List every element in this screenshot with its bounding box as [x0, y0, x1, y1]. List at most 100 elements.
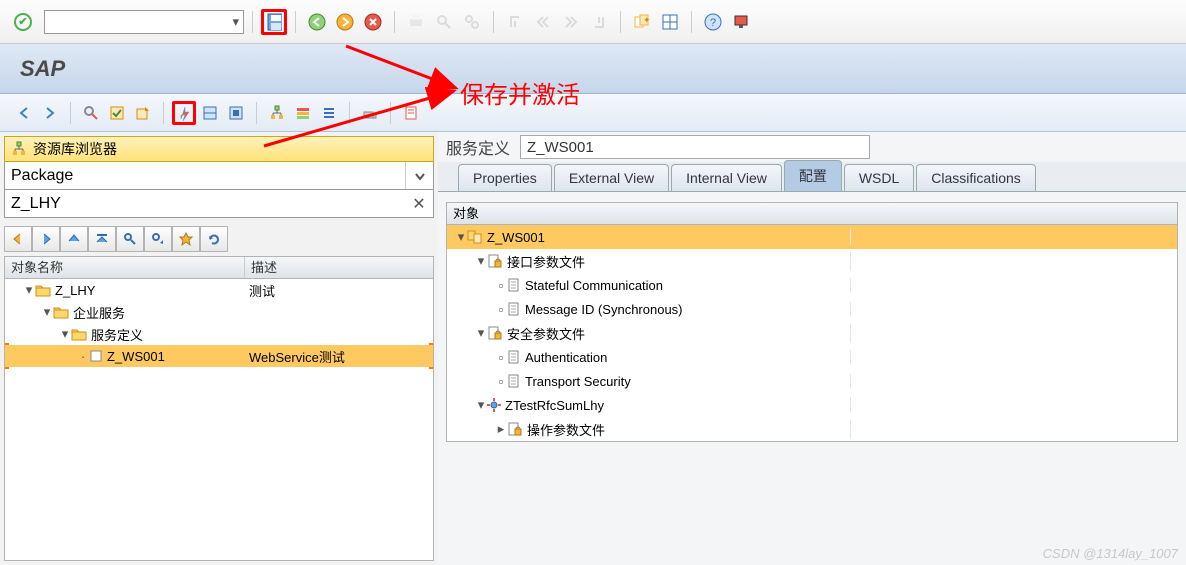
nav-top-icon[interactable]	[88, 226, 116, 252]
transport-icon[interactable]	[358, 101, 382, 125]
gear-icon	[487, 398, 501, 412]
cfg-row[interactable]: ▫Stateful Communication	[447, 273, 1177, 297]
separator	[256, 102, 257, 124]
new-session-button[interactable]: ✦	[629, 9, 655, 35]
check-icon[interactable]	[105, 101, 129, 125]
object-type-input[interactable]	[5, 162, 405, 189]
svg-text:✦: ✦	[643, 15, 651, 25]
next-page-button	[558, 9, 584, 35]
doc-icon	[507, 278, 521, 292]
nav-forward-icon[interactable]	[38, 101, 62, 125]
refresh-icon[interactable]	[200, 226, 228, 252]
watermark: CSDN @1314lay_1007	[1043, 546, 1178, 561]
find-next-button	[459, 9, 485, 35]
separator	[70, 102, 71, 124]
save-button[interactable]	[261, 9, 287, 35]
doc-lock-icon	[487, 254, 503, 268]
favorite-icon[interactable]	[172, 226, 200, 252]
cfg-row[interactable]: ▸ 操作参数文件	[447, 417, 1177, 441]
separator	[493, 11, 494, 33]
separator	[163, 102, 164, 124]
config-panel: 对象 ▾Z_WS001▾接口参数文件▫Stateful Communicatio…	[438, 192, 1186, 565]
customize-button[interactable]	[728, 9, 754, 35]
object-type-row	[4, 162, 434, 190]
nav-stack-icon[interactable]	[291, 101, 315, 125]
command-field[interactable]: ▾	[44, 10, 244, 34]
hierarchy-icon[interactable]	[265, 101, 289, 125]
tree-row[interactable]: ▾ Z_LHY 测试	[5, 279, 433, 301]
list-icon[interactable]	[317, 101, 341, 125]
doc-icon	[507, 302, 521, 316]
tree-item-label: Z_WS001	[107, 349, 165, 364]
find-next-icon[interactable]	[144, 226, 172, 252]
doc-icon	[507, 350, 521, 364]
separator	[620, 11, 621, 33]
cfg-item-label: 操作参数文件	[527, 420, 605, 439]
svg-text:?: ?	[710, 17, 716, 29]
toggle-icon[interactable]: ▾	[475, 325, 487, 341]
toggle-icon[interactable]: ▫	[495, 302, 507, 317]
tree-item-desc: 测试	[245, 281, 433, 300]
docu-icon[interactable]	[399, 101, 423, 125]
other-object-icon[interactable]	[131, 101, 155, 125]
layout-button[interactable]	[657, 9, 683, 35]
tab-properties[interactable]: Properties	[458, 164, 552, 191]
back-button[interactable]	[304, 9, 330, 35]
cfg-row[interactable]: ▾Z_WS001	[447, 225, 1177, 249]
toggle-icon[interactable]: ▾	[41, 304, 53, 320]
left-pane: 资源库浏览器 ✕ 对象名称 描述 ▾Z_LHY测试▾企业服务▾服务定义·Z_WS…	[0, 132, 438, 565]
tab-external-view[interactable]: External View	[554, 164, 669, 191]
exit-button[interactable]	[332, 9, 358, 35]
test-icon[interactable]	[224, 101, 248, 125]
cfg-item-label: Message ID (Synchronous)	[525, 302, 683, 317]
help-button[interactable]: ?	[700, 9, 726, 35]
service-name-input[interactable]	[520, 135, 870, 159]
tree-row[interactable]: ▾ 企业服务	[5, 301, 433, 323]
toggle-icon[interactable]: ▾	[59, 326, 71, 342]
toggle-icon[interactable]: ▾	[455, 229, 467, 245]
nav-prev-icon[interactable]	[4, 226, 32, 252]
toggle-icon[interactable]: ▾	[23, 282, 35, 298]
tree-item-label: 企业服务	[73, 303, 125, 322]
nav-next-icon[interactable]	[32, 226, 60, 252]
tab-wsdl[interactable]: WSDL	[844, 164, 914, 191]
toggle-icon[interactable]: ▫	[495, 374, 507, 389]
toggle-icon[interactable]: ▸	[495, 421, 507, 437]
toggle-icon[interactable]: ▾	[475, 253, 487, 269]
package-input[interactable]	[5, 190, 405, 217]
tab-配置[interactable]: 配置	[784, 160, 842, 191]
separator	[349, 102, 350, 124]
folder-open-icon	[71, 327, 87, 341]
col-name-header: 对象名称	[5, 257, 245, 278]
toggle-icon[interactable]: ▾	[475, 397, 487, 413]
display-edit-icon[interactable]	[79, 101, 103, 125]
activate-button[interactable]	[172, 101, 196, 125]
tree-row[interactable]: ·Z_WS001WebService测试	[5, 345, 433, 367]
tab-classifications[interactable]: Classifications	[916, 164, 1035, 191]
cfg-row[interactable]: ▫Transport Security	[447, 369, 1177, 393]
tab-internal-view[interactable]: Internal View	[671, 164, 782, 191]
toggle-icon[interactable]: ▫	[495, 278, 507, 293]
nav-back-icon[interactable]	[12, 101, 36, 125]
cfg-row[interactable]: ▫ Message ID (Synchronous)	[447, 297, 1177, 321]
cancel-button[interactable]	[360, 9, 386, 35]
cfg-row[interactable]: ▾安全参数文件	[447, 321, 1177, 345]
clear-icon[interactable]: ✕	[405, 190, 433, 217]
cfg-row[interactable]: ▫Authentication	[447, 345, 1177, 369]
nav-up-icon[interactable]	[60, 226, 88, 252]
toggle-icon[interactable]: ·	[77, 349, 89, 364]
repo-title-text: 资源库浏览器	[33, 139, 117, 159]
main-area: 资源库浏览器 ✕ 对象名称 描述 ▾Z_LHY测试▾企业服务▾服务定义·Z_WS…	[0, 132, 1186, 565]
col-desc-header: 描述	[245, 257, 433, 278]
toggle-icon[interactable]: ▫	[495, 350, 507, 365]
find-icon[interactable]	[116, 226, 144, 252]
where-used-icon[interactable]	[198, 101, 222, 125]
first-page-button	[502, 9, 528, 35]
ok-icon[interactable]	[14, 13, 32, 31]
dropdown-icon[interactable]	[405, 162, 433, 189]
tree-row[interactable]: ▾服务定义	[5, 323, 433, 345]
cfg-row[interactable]: ▾ZTestRfcSumLhy	[447, 393, 1177, 417]
tree-item-label: Z_LHY	[55, 283, 95, 298]
cfg-row[interactable]: ▾接口参数文件	[447, 249, 1177, 273]
find-button	[431, 9, 457, 35]
